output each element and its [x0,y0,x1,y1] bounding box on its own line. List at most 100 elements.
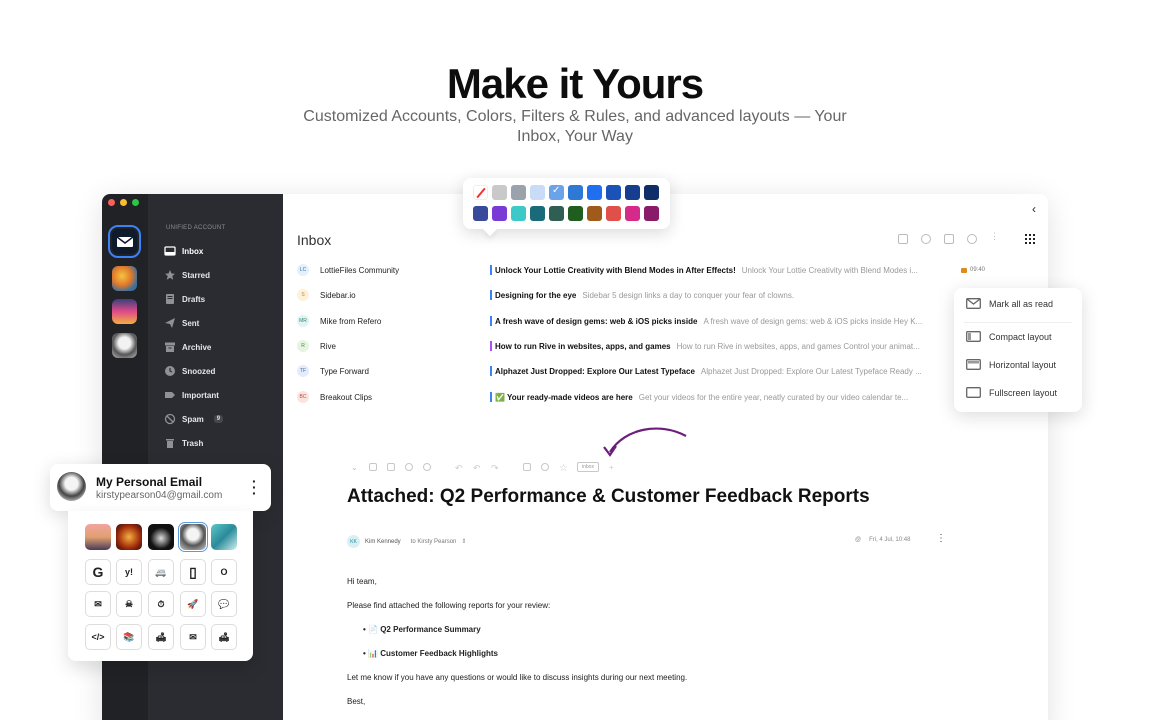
sidebar-item-snoozed[interactable]: Snoozed [164,363,215,379]
label-icon[interactable] [541,463,549,471]
account-avatar-4[interactable] [112,333,137,358]
color-swatch[interactable] [625,206,640,221]
sidebar-item-trash[interactable]: Trash [164,435,203,451]
color-swatch-selected[interactable] [549,185,564,200]
color-swatch[interactable] [492,206,507,221]
sidebar-item-drafts[interactable]: Drafts [164,291,205,307]
no-color-swatch[interactable] [473,185,488,200]
sidebar-item-spam[interactable]: Spam 9 [164,411,224,427]
color-swatch[interactable] [587,185,602,200]
fullscreen-layout-item[interactable]: Fullscreen layout [966,387,1057,398]
outlook-icon[interactable]: O [211,559,237,585]
color-swatch[interactable] [606,206,621,221]
avatar-option-car[interactable] [148,524,174,550]
message-row[interactable]: S Sidebar.io Designing for the eye Sideb… [297,287,947,303]
forward-icon[interactable]: ↷ [491,463,499,473]
account-card[interactable]: My Personal Email kirstypearson04@gmail.… [50,464,271,511]
tag-icon [961,267,967,273]
sidebar-item-label: Drafts [182,294,206,304]
van-icon[interactable]: 🚐 [148,559,174,585]
color-swatch[interactable] [492,185,507,200]
minimize-button[interactable] [120,199,127,206]
color-swatch[interactable] [511,185,526,200]
color-swatch[interactable] [530,185,545,200]
compose-icon[interactable] [898,234,908,244]
chevron-down-icon[interactable]: ⌄ [351,463,359,472]
sidebar-item-starred[interactable]: Starred [164,267,210,283]
spam-icon[interactable] [423,463,431,471]
sidebar-item-archive[interactable]: Archive [164,339,211,355]
books-icon[interactable]: 📚 [116,624,142,650]
message-row[interactable]: R Rive How to run Rive in websites, apps… [297,338,947,354]
add-label-icon[interactable]: + [609,463,617,472]
message-row[interactable]: LC LottieFiles Community Unlock Your Lot… [297,262,947,278]
compact-layout-item[interactable]: Compact layout [966,331,1052,342]
chat-icon[interactable]: 💬 [211,591,237,617]
account-more-icon[interactable]: · · · [252,474,257,500]
color-swatch[interactable] [587,206,602,221]
color-swatch[interactable] [568,206,583,221]
google-icon[interactable]: G [85,559,111,585]
more-icon[interactable]: ⋮ [990,232,1000,244]
skull-icon[interactable]: ☠ [116,591,142,617]
avatar-option-portrait[interactable] [178,522,208,552]
sidebar-item-sent[interactable]: Sent [164,315,199,331]
close-button[interactable] [108,199,115,206]
mailbox-icon[interactable]: ✉ [85,591,111,617]
message-row[interactable]: TF Type Forward Alphazet Just Dropped: E… [297,363,947,379]
color-swatch[interactable] [473,206,488,221]
avatar: KK [347,535,360,548]
avatar-option-sunset[interactable] [85,524,111,550]
color-swatch[interactable] [606,185,621,200]
avatar-option-fire[interactable] [116,524,142,550]
message-row[interactable]: MR Mike from Refero A fresh wave of desi… [297,313,947,329]
avatar-option-teal[interactable] [211,524,237,550]
from-name[interactable]: Kim Kennedy [365,539,401,545]
clock-icon[interactable] [405,463,413,471]
expand-icon[interactable]: ⇕ [461,538,466,545]
apps-grid-icon[interactable] [1025,234,1035,244]
timer-icon[interactable]: ⏱ [148,591,174,617]
account-avatar-3[interactable] [112,299,137,324]
layout-menu: Mark all as read Compact layout Horizont… [954,288,1082,412]
palette-row [473,206,660,221]
lounge-icon[interactable]: 🛋 [148,624,174,650]
sidebar-item-label: Trash [182,438,204,448]
chevron-left-icon[interactable]: ‹ [1032,202,1036,216]
mail-icon[interactable] [944,234,954,244]
color-swatch[interactable] [511,206,526,221]
color-swatch[interactable] [549,206,564,221]
sidebar-item-inbox[interactable]: Inbox [164,243,203,259]
color-swatch[interactable] [644,206,659,221]
reply-all-icon[interactable]: ↶ [473,463,481,473]
color-swatch[interactable] [568,185,583,200]
sidebar-item-label: Sent [182,318,200,328]
rocket-icon[interactable]: 🚀 [180,591,206,617]
message-row[interactable]: BC Breakout Clips ✅ Your ready-made vide… [297,389,947,405]
color-swatch[interactable] [530,206,545,221]
yahoo-icon[interactable]: y! [116,559,142,585]
couch-icon[interactable]: 🛋 [211,624,237,650]
message-time: 09:40 [961,267,985,273]
envelope-icon[interactable]: ✉ [180,624,206,650]
color-swatch[interactable] [644,185,659,200]
to-recipient[interactable]: to Kirsty Pearson [411,539,457,545]
star-icon[interactable]: ☆ [559,463,568,474]
color-swatch[interactable] [625,185,640,200]
sidebar-item-important[interactable]: Important [164,387,219,403]
reply-icon[interactable]: ↶ [455,463,463,473]
horizontal-layout-item[interactable]: Horizontal layout [966,359,1056,370]
mail-icon[interactable] [523,463,531,471]
refresh-icon[interactable] [967,234,977,244]
account-avatar-2[interactable] [112,266,137,291]
message-more-icon[interactable]: ⋮ [936,534,946,544]
search-icon[interactable] [921,234,931,244]
office-icon[interactable]: ▯ [180,559,206,585]
zoom-button[interactable] [132,199,139,206]
mark-all-read-item[interactable]: Mark all as read [966,298,1053,309]
code-icon[interactable]: </> [85,624,111,650]
archive-icon[interactable] [369,463,377,471]
trash-icon[interactable] [387,463,395,471]
unified-account-icon[interactable] [108,225,141,258]
inbox-label-pill[interactable]: inbox [577,462,599,472]
